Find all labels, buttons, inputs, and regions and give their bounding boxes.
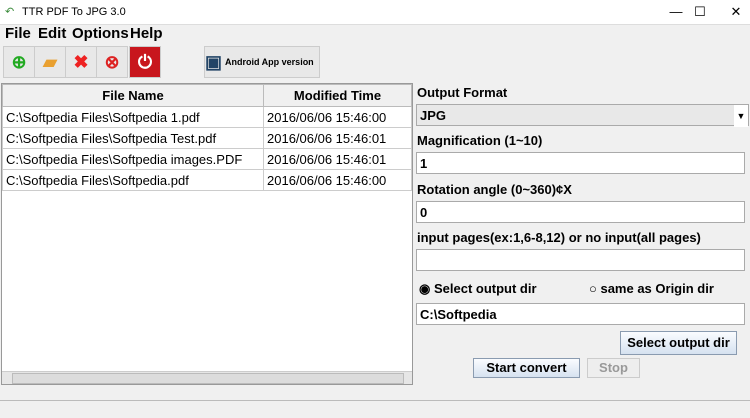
window-title: TTR PDF To JPG 3.0 <box>22 6 126 18</box>
table-row[interactable]: C:\Softpedia Files\Softpedia images.PDF 2… <box>2 148 412 170</box>
horizontal-scrollbar[interactable] <box>2 371 412 384</box>
scrollbar-thumb[interactable] <box>12 373 404 384</box>
app-icon: ↶ <box>5 6 15 18</box>
output-dir-input[interactable]: C:\Softpedia <box>416 303 745 325</box>
magnification-input[interactable]: 1 <box>416 152 745 174</box>
table-row[interactable]: C:\Softpedia Files\Softpedia 1.pdf 2016/0… <box>2 106 412 128</box>
add-folder-button[interactable]: ▰ <box>34 46 66 78</box>
remove-button[interactable]: ✖ <box>65 46 97 78</box>
status-bar <box>0 400 750 418</box>
clear-button[interactable]: ⊗ <box>96 46 128 78</box>
android-tablet-icon: ▣ <box>205 51 223 72</box>
pages-label: input pages(ex:1,6-8,12) or no input(all… <box>417 230 701 245</box>
pages-input[interactable] <box>416 249 745 271</box>
menu-file[interactable]: File <box>5 25 31 42</box>
stop-button[interactable]: Stop <box>587 358 640 378</box>
android-app-button[interactable]: ▣ Android App version <box>204 46 320 78</box>
select-output-dir-button[interactable]: Select output dir <box>620 331 737 355</box>
cancel-circle-icon: ⊗ <box>104 51 120 72</box>
start-convert-button[interactable]: Start convert <box>473 358 580 378</box>
menu-help[interactable]: Help <box>130 25 163 42</box>
output-format-select[interactable]: JPG ▼ <box>416 104 749 127</box>
power-icon: ⏻ <box>137 51 153 72</box>
magnification-label: Magnification (1~10) <box>417 133 543 148</box>
file-table[interactable]: File Name Modified Time C:\Softpedia File… <box>1 83 413 385</box>
add-file-icon: ⊕ <box>11 51 27 72</box>
table-row[interactable]: C:\Softpedia Files\Softpedia.pdf 2016/06/… <box>2 169 412 191</box>
close-button[interactable]: ✕ <box>716 2 750 22</box>
column-file-name[interactable]: File Name <box>2 84 264 107</box>
table-row[interactable]: C:\Softpedia Files\Softpedia Test.pdf 201… <box>2 127 412 149</box>
exit-button[interactable]: ⏻ <box>129 46 161 78</box>
menu-options[interactable]: Options <box>72 25 129 42</box>
output-format-label: Output Format <box>417 85 508 100</box>
maximize-button[interactable]: ☐ <box>680 2 720 22</box>
rotation-label: Rotation angle (0~360)¢X <box>417 182 572 197</box>
radio-same-as-origin[interactable]: ○ same as Origin dir <box>589 281 714 296</box>
add-folder-icon: ▰ <box>43 51 57 72</box>
x-icon: ✖ <box>73 51 89 72</box>
rotation-input[interactable]: 0 <box>416 201 745 223</box>
radio-select-output-dir[interactable]: ◉ Select output dir <box>419 281 537 297</box>
add-file-button[interactable]: ⊕ <box>3 46 35 78</box>
menu-edit[interactable]: Edit <box>38 25 66 42</box>
chevron-down-icon: ▼ <box>734 105 748 127</box>
column-modified-time[interactable]: Modified Time <box>263 84 412 107</box>
